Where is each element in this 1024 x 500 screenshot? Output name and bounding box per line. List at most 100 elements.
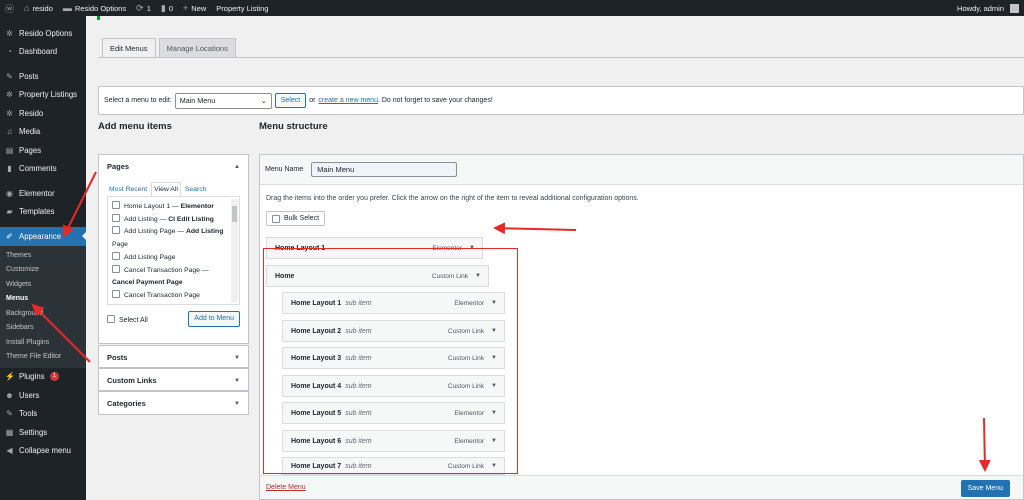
menu-item-sub-home-layout-5[interactable]: Home Layout 5 sub item Elementor ▼ bbox=[282, 402, 505, 424]
bulk-select-button[interactable]: Bulk Select bbox=[266, 211, 326, 226]
gear-icon: ✲ bbox=[6, 108, 13, 118]
chevron-down-icon: ▼ bbox=[234, 354, 240, 361]
submenu-background[interactable]: Background bbox=[0, 307, 86, 322]
sidebar-item-settings[interactable]: ▦ Settings bbox=[0, 423, 86, 442]
updates-link[interactable]: ⟳ 1 bbox=[131, 0, 156, 16]
menu-name-input[interactable]: Main Menu bbox=[311, 162, 458, 177]
menu-item-sub-home-layout-7[interactable]: Home Layout 7 sub item Custom Link ▼ bbox=[282, 457, 505, 475]
new-content-link[interactable]: + New bbox=[178, 0, 211, 16]
page-checkbox[interactable] bbox=[112, 289, 120, 298]
menu-select-dropdown[interactable]: Main Menu ⌄ bbox=[174, 92, 272, 109]
sidebar-item-pages[interactable]: ▤ Pages bbox=[0, 141, 86, 160]
sidebar-item-templates[interactable]: ▰ Templates bbox=[0, 203, 86, 222]
custom-links-panel[interactable]: Custom Links ▼ bbox=[98, 368, 249, 391]
menu-item-home-layout-1[interactable]: Home Layout 1 Elementor ▼ bbox=[266, 237, 483, 259]
caret-down-icon[interactable]: ▼ bbox=[491, 355, 497, 361]
submenu-install-plugins[interactable]: Install Plugins bbox=[0, 336, 86, 351]
sidebar-item-resido[interactable]: ✲ Resido bbox=[0, 104, 86, 123]
pages-panel: Pages ▲ Most Recent View All Search Home … bbox=[98, 154, 249, 344]
menu-item-home[interactable]: Home Custom Link ▼ bbox=[266, 265, 489, 287]
submenu-widgets[interactable]: Widgets bbox=[0, 278, 86, 293]
page-checkbox[interactable] bbox=[112, 213, 120, 222]
caret-down-icon[interactable]: ▼ bbox=[491, 383, 497, 389]
tab-most-recent[interactable]: Most Recent bbox=[107, 183, 149, 196]
wordpress-logo-icon[interactable]: ⓦ bbox=[0, 0, 19, 16]
or-text: or bbox=[309, 97, 316, 104]
caret-down-icon[interactable]: ▼ bbox=[469, 245, 475, 251]
pages-scrollbar[interactable] bbox=[231, 199, 238, 302]
submenu-themes[interactable]: Themes bbox=[0, 249, 86, 264]
menu-item-sub-home-layout-6[interactable]: Home Layout 6 sub item Elementor ▼ bbox=[282, 430, 505, 452]
caret-down-icon[interactable]: ▼ bbox=[491, 328, 497, 334]
pages-tabs: Most Recent View All Search bbox=[99, 182, 248, 196]
sidebar-item-collapse[interactable]: ◀ Collapse menu bbox=[0, 442, 86, 461]
sidebar-item-media[interactable]: ♫ Media bbox=[0, 123, 86, 142]
delete-menu-link[interactable]: Delete Menu bbox=[266, 484, 306, 491]
appearance-submenu: Themes Customize Widgets Menus Backgroun… bbox=[0, 245, 86, 368]
menu-item-sub-home-layout-2[interactable]: Home Layout 2 sub item Custom Link ▼ bbox=[282, 320, 505, 342]
site-name-link[interactable]: ⌂ resido bbox=[19, 0, 58, 16]
select-all-checkbox[interactable] bbox=[107, 314, 115, 323]
chevron-down-icon: ▼ bbox=[234, 377, 240, 384]
caret-down-icon[interactable]: ▼ bbox=[491, 300, 497, 306]
sidebar-item-users[interactable]: ☻ Users bbox=[0, 386, 86, 405]
add-to-menu-button[interactable]: Add to Menu bbox=[188, 311, 240, 327]
submenu-menus[interactable]: Menus bbox=[0, 292, 86, 307]
property-listing-link[interactable]: Property Listing bbox=[211, 0, 273, 16]
caret-down-icon[interactable]: ▼ bbox=[491, 463, 497, 469]
page-checkbox[interactable] bbox=[112, 201, 120, 209]
dashboard-icon: ◔ bbox=[7, 47, 12, 57]
create-new-menu-link[interactable]: create a new menu bbox=[318, 97, 378, 104]
menu-item-sub-home-layout-4[interactable]: Home Layout 4 sub item Custom Link ▼ bbox=[282, 375, 505, 397]
tab-manage-locations[interactable]: Manage Locations bbox=[158, 38, 236, 58]
pages-footer: Select All Add to Menu bbox=[99, 305, 248, 334]
folder-icon: ▰ bbox=[6, 207, 13, 217]
tab-view-all[interactable]: View All bbox=[151, 182, 181, 196]
comment-icon: ▮ bbox=[160, 2, 166, 13]
menu-item-sub-home-layout-3[interactable]: Home Layout 3 sub item Custom Link ▼ bbox=[282, 347, 505, 369]
sidebar-item-posts[interactable]: ✎ Posts bbox=[0, 67, 86, 86]
account-menu[interactable]: Howdy, admin bbox=[952, 0, 1024, 16]
sidebar-item-comments[interactable]: ▮ Comments bbox=[0, 160, 86, 179]
page-checkbox[interactable] bbox=[112, 264, 120, 273]
menu-item-sub-home-layout-1[interactable]: Home Layout 1 sub item Elementor ▼ bbox=[282, 292, 505, 314]
pages-panel-header[interactable]: Pages ▲ bbox=[99, 155, 248, 178]
tab-edit-menus[interactable]: Edit Menus bbox=[102, 38, 156, 58]
posts-panel[interactable]: Posts ▼ bbox=[98, 345, 249, 368]
resido-options-link[interactable]: ▬ Resido Options bbox=[58, 0, 131, 16]
sidebar-item-elementor[interactable]: ◉ Elementor bbox=[0, 184, 86, 203]
tab-search[interactable]: Search bbox=[183, 183, 209, 196]
bulk-select-checkbox[interactable] bbox=[272, 214, 280, 223]
caret-down-icon[interactable]: ▼ bbox=[475, 273, 481, 279]
notice-strip bbox=[97, 16, 467, 20]
page-checkbox[interactable] bbox=[112, 226, 120, 235]
sidebar-item-tools[interactable]: ✎ Tools bbox=[0, 405, 86, 424]
select-button[interactable]: Select bbox=[274, 93, 307, 108]
settings-icon: ▦ bbox=[5, 427, 14, 437]
submenu-customize[interactable]: Customize bbox=[0, 263, 86, 278]
sidebar-item-property-listings[interactable]: ✲ Property Listings bbox=[0, 86, 86, 105]
list-item[interactable]: Cancel Transaction Page — Cancel Payment … bbox=[112, 264, 227, 290]
plus-icon: + bbox=[183, 3, 189, 13]
list-item[interactable]: Add Listing Page — Add Listing Page bbox=[112, 226, 227, 251]
gear-icon: ✲ bbox=[6, 28, 13, 38]
comments-link[interactable]: ▮ 0 bbox=[156, 0, 178, 16]
select-all-control[interactable]: Select All bbox=[107, 314, 148, 324]
add-menu-items-heading: Add menu items bbox=[98, 121, 172, 132]
page-checkbox[interactable] bbox=[112, 251, 120, 260]
caret-down-icon[interactable]: ▼ bbox=[491, 410, 497, 416]
categories-panel[interactable]: Categories ▼ bbox=[98, 391, 249, 415]
caret-down-icon[interactable]: ▼ bbox=[491, 438, 497, 444]
submenu-theme-file-editor[interactable]: Theme File Editor bbox=[0, 350, 86, 365]
sidebar-item-appearance[interactable]: ✐ Appearance bbox=[0, 227, 86, 246]
sidebar-item-dashboard[interactable]: ◔ Dashboard bbox=[0, 43, 86, 62]
list-item[interactable]: Home Layout 1 — Elementor bbox=[112, 201, 227, 214]
list-item[interactable]: Cancel Transaction Page bbox=[112, 289, 227, 303]
list-item[interactable]: Add Listing — Cl Edit Listing bbox=[112, 213, 227, 227]
list-item[interactable]: Add Listing Page bbox=[112, 251, 227, 265]
sidebar-item-plugins[interactable]: ⚡ Plugins 1 bbox=[0, 368, 86, 387]
submenu-sidebars[interactable]: Sidebars bbox=[0, 321, 86, 336]
sidebar-item-resido-options[interactable]: ✲ Resido Options bbox=[0, 24, 86, 43]
save-menu-button[interactable]: Save Menu bbox=[960, 480, 1010, 497]
scrollbar-thumb[interactable] bbox=[232, 206, 237, 222]
